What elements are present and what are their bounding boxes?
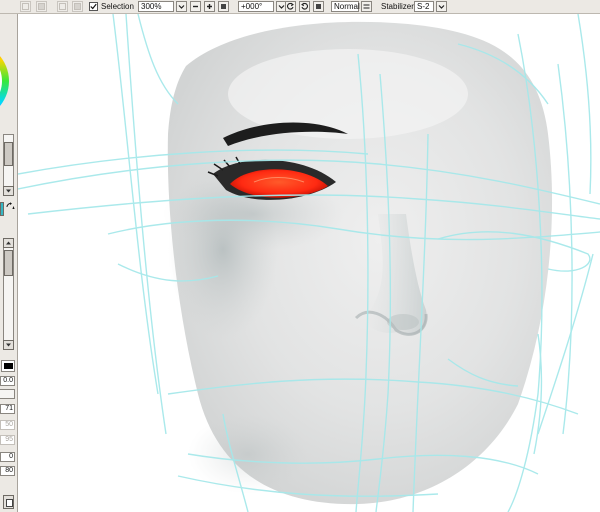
- chevron-down-icon: [438, 5, 445, 9]
- foreground-color-swatch[interactable]: [0, 202, 4, 216]
- plus-icon: [207, 4, 212, 9]
- clear-icon: [59, 3, 66, 10]
- scroll-thumb[interactable]: [4, 250, 13, 276]
- zoom-in-button[interactable]: [204, 1, 215, 12]
- reset-icon: [221, 4, 226, 9]
- canvas-toolbar: Selection 300% +000° Normal Stabilizer S…: [0, 0, 600, 14]
- arrow-down-icon: [6, 189, 11, 193]
- face-base: [163, 21, 553, 505]
- brush-size-field[interactable]: 0.0: [0, 376, 15, 386]
- flip-button[interactable]: [361, 1, 372, 12]
- color-wheel[interactable]: [0, 36, 12, 126]
- swap-colors-icon[interactable]: [6, 202, 15, 211]
- panel-collapse-button[interactable]: [3, 495, 14, 509]
- selection-label: Selection: [101, 2, 134, 11]
- stabilizer-field[interactable]: S-2: [414, 1, 434, 12]
- selection-checkbox[interactable]: [89, 2, 98, 11]
- drawing-canvas[interactable]: [18, 14, 600, 512]
- rotate-right-icon: [301, 2, 309, 10]
- blend-mode-field[interactable]: Normal: [331, 1, 360, 12]
- density-field[interactable]: 71: [0, 404, 15, 414]
- zoom-dropdown-button[interactable]: [176, 1, 187, 12]
- panel-icon: [6, 499, 13, 507]
- persistence-field[interactable]: 0: [0, 452, 15, 462]
- zoom-reset-button[interactable]: [218, 1, 229, 12]
- rotate-left-icon: [286, 2, 294, 10]
- zoom-field[interactable]: 300%: [138, 1, 174, 12]
- arrow-down-icon: [6, 343, 11, 347]
- invert-selection-button[interactable]: [36, 1, 47, 12]
- deselect-button[interactable]: [20, 1, 31, 12]
- rotation-field[interactable]: +000°: [238, 1, 274, 12]
- invert-selection-icon: [38, 3, 45, 10]
- chevron-down-icon: [178, 5, 185, 9]
- fill-button[interactable]: [72, 1, 83, 12]
- minus-icon: [193, 5, 198, 8]
- arrow-up-icon: [6, 241, 11, 245]
- face-painting: [18, 14, 600, 512]
- rotate-left-button[interactable]: [285, 1, 296, 12]
- deselect-icon: [22, 3, 29, 10]
- scroll-thumb[interactable]: [4, 142, 13, 166]
- stabilizer-dropdown-button[interactable]: [436, 1, 447, 12]
- blending-field[interactable]: 50: [0, 420, 15, 430]
- clear-button[interactable]: [57, 1, 68, 12]
- checkmark-icon: [90, 3, 97, 10]
- flip-icon: [363, 4, 370, 9]
- brush-shape-icon: [4, 363, 13, 369]
- zoom-out-button[interactable]: [190, 1, 201, 12]
- dilution-field[interactable]: 95: [0, 435, 15, 445]
- brush-shape-button[interactable]: [1, 360, 15, 372]
- rotate-right-button[interactable]: [299, 1, 310, 12]
- size-slider[interactable]: [0, 389, 15, 399]
- hardness-field[interactable]: 80: [0, 466, 15, 476]
- rotation-reset-button[interactable]: [313, 1, 324, 12]
- tool-panel: 0.0 71 50 95 0 80: [0, 14, 18, 512]
- reset-icon: [316, 4, 321, 9]
- stabilizer-label: Stabilizer: [381, 2, 414, 11]
- fill-icon: [74, 3, 81, 10]
- scroll-down-button[interactable]: [3, 186, 14, 196]
- scroll-down-button[interactable]: [3, 340, 14, 350]
- scroll-up-button[interactable]: [3, 238, 14, 248]
